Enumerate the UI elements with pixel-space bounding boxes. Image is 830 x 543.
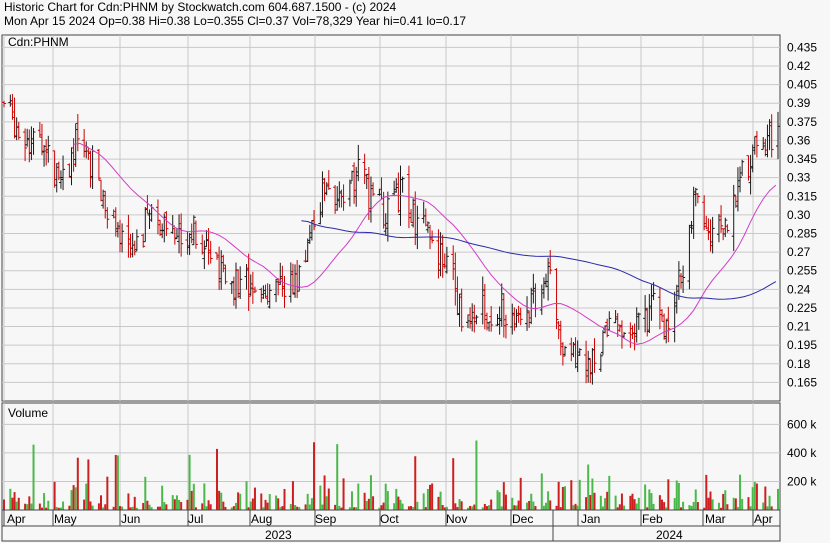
volume-tick-label: 600 k [787, 417, 817, 431]
price-tick-label: 0.42 [787, 59, 811, 73]
price-tick-label: 0.285 [787, 227, 817, 241]
month-label: Dec [512, 512, 533, 526]
price-tick-label: 0.165 [787, 375, 817, 389]
price-tick-label: 0.33 [787, 171, 811, 185]
month-label: Apr [7, 512, 26, 526]
year-label: 2024 [656, 528, 683, 542]
series-label: Cdn:PHNM [8, 35, 69, 49]
price-tick-label: 0.36 [787, 133, 811, 147]
month-label: Sep [315, 512, 337, 526]
year-label: 2023 [265, 528, 292, 542]
price-tick-label: 0.225 [787, 301, 817, 315]
month-label: Aug [251, 512, 272, 526]
month-label: Feb [642, 512, 663, 526]
volume-tick-label: 200 k [787, 474, 817, 488]
price-tick-label: 0.255 [787, 264, 817, 278]
price-tick-label: 0.24 [787, 282, 811, 296]
month-label: Jul [188, 512, 203, 526]
month-label: Jan [581, 512, 600, 526]
stock-chart: 0.435 0.42 0.405 0.39 0.375 0.36 0.345 0.33 0.31… [1, 34, 817, 542]
price-axis-labels: 0.435 0.42 0.405 0.39 0.375 0.36 0.345 0.33 0.31… [787, 40, 817, 389]
price-panel [1, 34, 781, 402]
month-label: Apr [754, 512, 773, 526]
price-tick-label: 0.18 [787, 357, 811, 371]
volume-label: Volume [8, 406, 48, 420]
month-label: Oct [380, 512, 399, 526]
price-tick-label: 0.435 [787, 40, 817, 54]
month-label: Jun [121, 512, 140, 526]
volume-tick-label: 400 k [787, 446, 817, 460]
month-label: May [54, 512, 77, 526]
volume-axis-labels: 600 k 400 k 200 k [787, 417, 817, 488]
price-tick-label: 0.30 [787, 208, 811, 222]
price-tick-label: 0.39 [787, 96, 811, 110]
price-tick-label: 0.315 [787, 189, 817, 203]
month-label: Mar [705, 512, 726, 526]
price-tick-label: 0.405 [787, 78, 817, 92]
month-label: Nov [446, 512, 467, 526]
price-tick-label: 0.195 [787, 338, 817, 352]
price-tick-label: 0.21 [787, 320, 811, 334]
price-tick-label: 0.27 [787, 245, 811, 259]
price-tick-label: 0.345 [787, 152, 817, 166]
price-tick-label: 0.375 [787, 115, 817, 129]
